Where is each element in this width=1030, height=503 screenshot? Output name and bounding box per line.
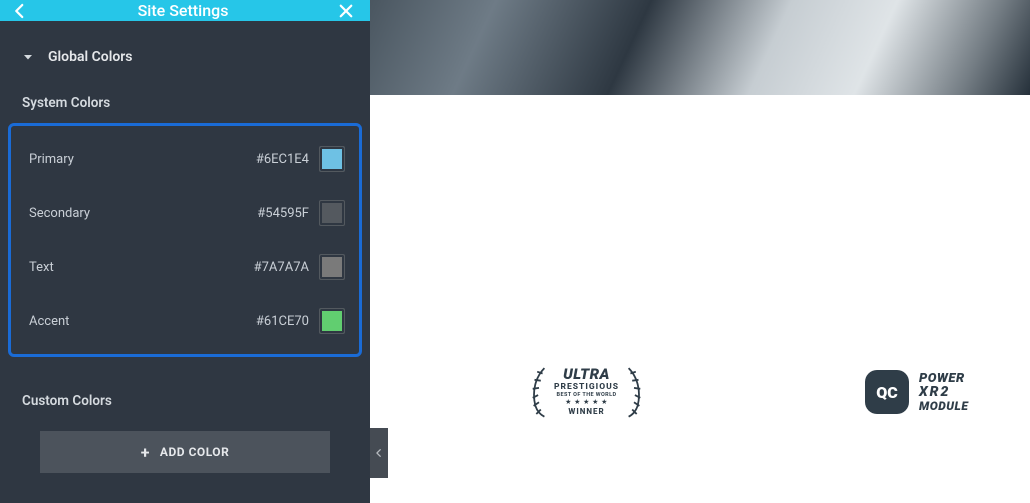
color-swatch[interactable] bbox=[319, 308, 345, 334]
brand-line2: XR2 bbox=[919, 385, 983, 400]
add-color-label: ADD COLOR bbox=[160, 445, 229, 459]
laurel-left-icon bbox=[530, 364, 548, 419]
color-label: Text bbox=[29, 260, 54, 275]
plus-icon: + bbox=[141, 443, 150, 462]
brand-line1: POWER bbox=[919, 372, 983, 386]
award-badge: ULTRA PRESTIGIOUS BEST OF THE WORLD ★ ★ … bbox=[530, 364, 643, 419]
close-icon[interactable] bbox=[336, 1, 356, 21]
color-row-secondary[interactable]: Secondary #54595F bbox=[17, 186, 353, 240]
settings-sidebar: Site Settings Global Colors System Color… bbox=[0, 0, 370, 503]
section-global-colors[interactable]: Global Colors bbox=[0, 21, 370, 71]
panel-title: Site Settings bbox=[30, 1, 336, 20]
award-winner: WINNER bbox=[554, 408, 619, 416]
color-row-text[interactable]: Text #7A7A7A bbox=[17, 240, 353, 294]
color-swatch[interactable] bbox=[319, 254, 345, 280]
color-label: Secondary bbox=[29, 206, 90, 221]
section-title: Global Colors bbox=[48, 49, 133, 65]
back-icon[interactable] bbox=[10, 1, 30, 21]
system-colors-heading: System Colors bbox=[0, 71, 370, 115]
color-label: Accent bbox=[29, 314, 69, 329]
laurel-right-icon bbox=[625, 364, 643, 419]
custom-colors-heading: Custom Colors bbox=[0, 369, 370, 413]
award-line2: PRESTIGIOUS bbox=[554, 383, 619, 392]
color-row-primary[interactable]: Primary #6EC1E4 bbox=[17, 132, 353, 186]
brand-line3: MODULE bbox=[919, 400, 983, 413]
page-preview: ULTRA PRESTIGIOUS BEST OF THE WORLD ★ ★ … bbox=[370, 0, 1030, 503]
panel-header: Site Settings bbox=[0, 0, 370, 21]
add-color-button[interactable]: + ADD COLOR bbox=[40, 431, 330, 473]
system-colors-group: Primary #6EC1E4 Secondary #54595F Text #… bbox=[8, 123, 362, 357]
hero-image bbox=[370, 0, 1030, 95]
color-hex: #6EC1E4 bbox=[256, 152, 309, 167]
color-swatch[interactable] bbox=[319, 200, 345, 226]
brand-badge: QC POWER XR2 MODULE bbox=[865, 370, 983, 414]
color-swatch[interactable] bbox=[319, 146, 345, 172]
color-hex: #7A7A7A bbox=[254, 260, 309, 275]
color-row-accent[interactable]: Accent #61CE70 bbox=[17, 294, 353, 348]
logos-row: ULTRA PRESTIGIOUS BEST OF THE WORLD ★ ★ … bbox=[370, 362, 1030, 442]
award-stars: ★ ★ ★ ★ ★ bbox=[554, 399, 619, 406]
color-hex: #61CE70 bbox=[256, 314, 309, 329]
award-line1: ULTRA bbox=[554, 367, 619, 382]
caret-down-icon bbox=[22, 51, 34, 63]
qc-badge-icon: QC bbox=[865, 370, 909, 414]
color-hex: #54595F bbox=[257, 206, 309, 221]
color-label: Primary bbox=[29, 152, 74, 167]
